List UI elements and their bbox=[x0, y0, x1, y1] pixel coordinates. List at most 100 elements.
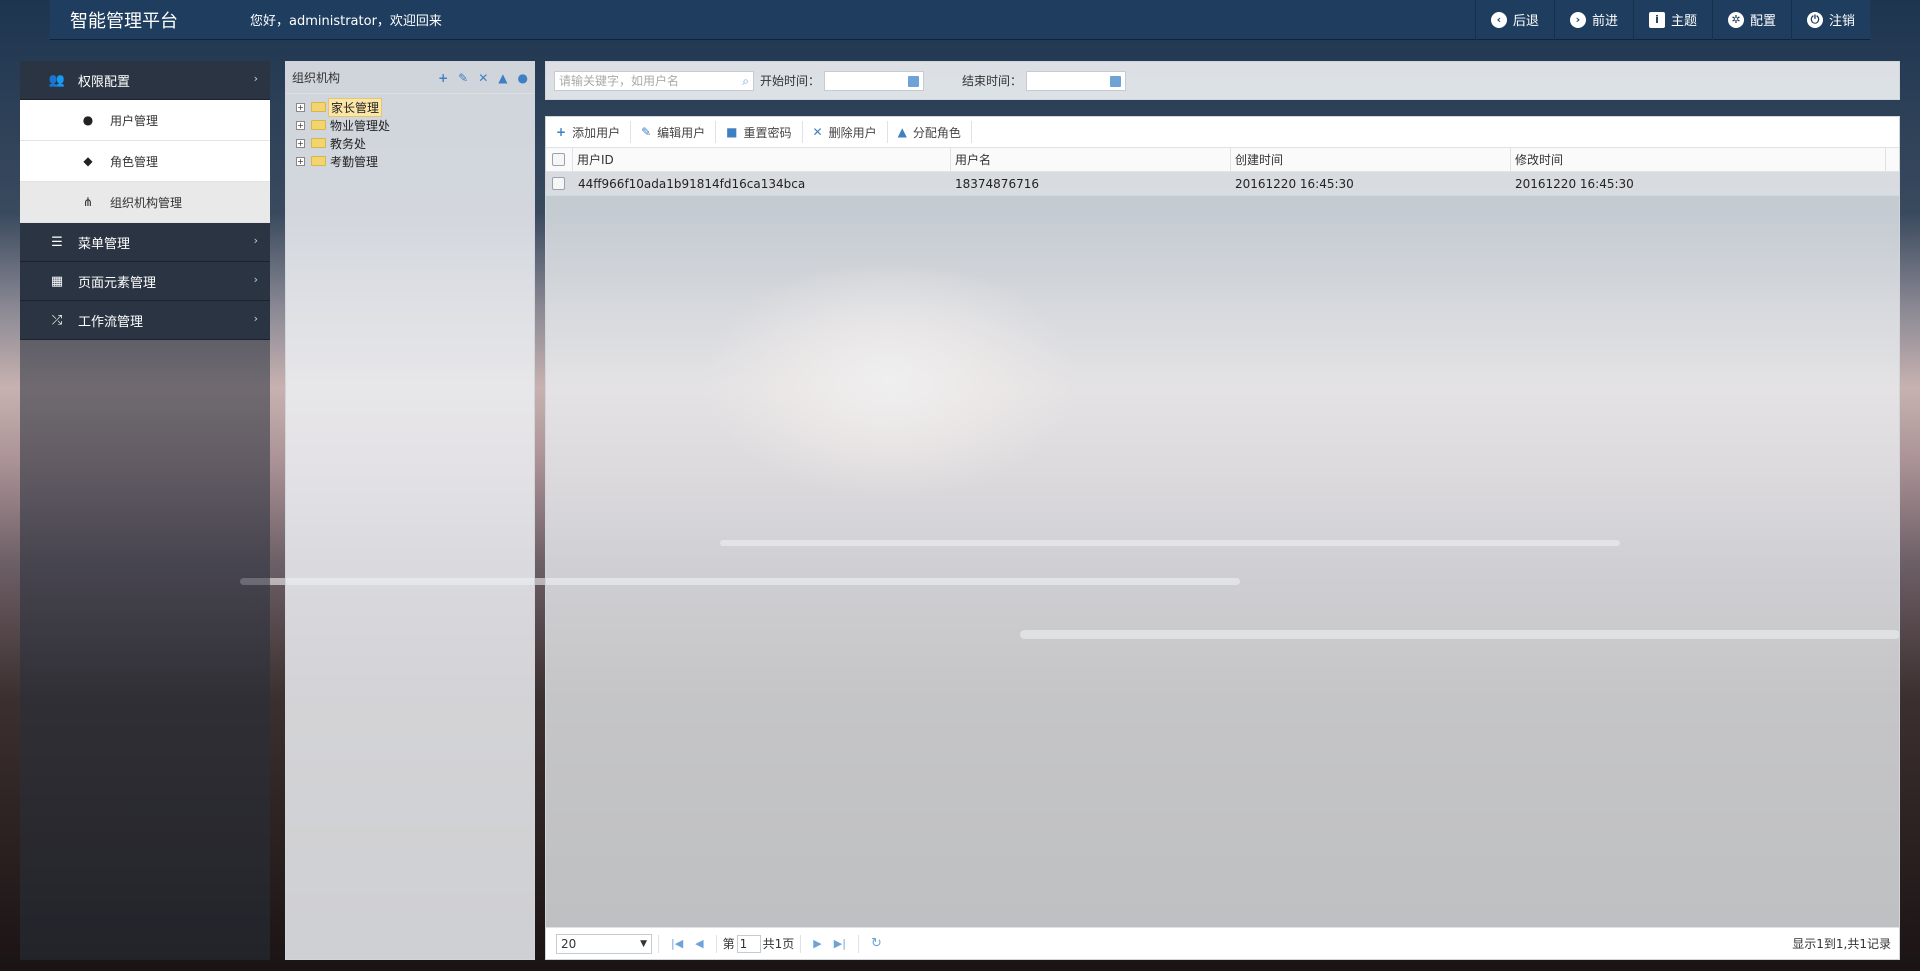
config-button[interactable]: ✲ 配置 bbox=[1711, 0, 1791, 40]
cell-username: 18374876716 bbox=[955, 176, 1039, 191]
delete-user-label: 删除用户 bbox=[828, 125, 877, 140]
reset-password-button[interactable]: ■ 重置密码 bbox=[716, 121, 803, 143]
search-bar: 请输关键字，如用户名 ⌕ 开始时间： 结束时间： bbox=[545, 61, 1900, 100]
sidebar-group-label: 工作流管理 bbox=[78, 314, 144, 330]
user-icon[interactable]: ● bbox=[518, 71, 528, 85]
pager-divider bbox=[658, 934, 659, 953]
calendar-icon[interactable] bbox=[1110, 75, 1122, 87]
pager-info: 显示1到1,共1记录 bbox=[1792, 937, 1891, 951]
tree-title: 组织机构 bbox=[292, 71, 341, 85]
sidebar-item-label: 用户管理 bbox=[110, 113, 159, 128]
keyword-input[interactable]: 请输关键字，如用户名 ⌕ bbox=[554, 70, 754, 91]
user-grid: + 添加用户 ✎ 编辑用户 ■ 重置密码 ✕ 删除用户 ▲ 分配角色 用户ID … bbox=[545, 116, 1900, 960]
sidebar-item-label: 角色管理 bbox=[110, 154, 159, 169]
end-time-input[interactable] bbox=[1026, 70, 1127, 91]
logout-button[interactable]: ⏻ 注销 bbox=[1790, 0, 1870, 40]
plus-icon: + bbox=[556, 125, 567, 139]
sidebar: 👥 权限配置 › ● 用户管理 ◆ 角色管理 ⋔ 组织机构管理 ☰ 菜单管理 ›… bbox=[20, 61, 270, 960]
sidebar-item-role-management[interactable]: ◆ 角色管理 bbox=[20, 141, 270, 182]
tree-header: 组织机构 + ✎ ✕ ▲ ● bbox=[286, 62, 534, 94]
graduation-cap-icon: ◆ bbox=[83, 154, 93, 168]
table-row[interactable]: 44ff966f10ada1b91814fd16ca134bca 1837487… bbox=[546, 172, 1899, 196]
sidebar-item-user-management[interactable]: ● 用户管理 bbox=[20, 100, 270, 141]
forward-button[interactable]: › 前进 bbox=[1553, 0, 1633, 40]
add-icon[interactable]: + bbox=[438, 71, 448, 85]
tree-node[interactable]: + 家长管理 bbox=[286, 97, 534, 117]
tree-body: + 家长管理 + 物业管理处 + 教务处 + 考勤管理 bbox=[286, 94, 534, 170]
back-button[interactable]: ‹ 后退 bbox=[1474, 0, 1554, 40]
expand-icon[interactable]: + bbox=[296, 138, 305, 148]
chevron-right-icon: › bbox=[253, 273, 258, 286]
pager-divider bbox=[715, 934, 717, 953]
add-user-button[interactable]: + 添加用户 bbox=[546, 121, 632, 143]
theme-label: 主题 bbox=[1670, 14, 1697, 29]
assign-role-label: 分配角色 bbox=[912, 125, 961, 140]
tree-node-label: 考勤管理 bbox=[330, 154, 379, 169]
page-number-input[interactable]: 1 bbox=[736, 934, 761, 953]
folder-icon bbox=[311, 120, 326, 130]
logout-label: 注销 bbox=[1828, 14, 1855, 29]
user-icon: ● bbox=[82, 113, 94, 127]
sidebar-group-page-elements[interactable]: ▦ 页面元素管理 › bbox=[20, 262, 270, 301]
start-time-input[interactable] bbox=[824, 70, 925, 91]
pagination-bar: 20 ▼ |◀ ◀ 第 1 共1页 ▶ ▶| ↻ 显示1到1,共1记录 bbox=[546, 927, 1899, 959]
tree-node[interactable]: + 考勤管理 bbox=[286, 152, 534, 170]
sidebar-item-org-management[interactable]: ⋔ 组织机构管理 bbox=[20, 182, 270, 223]
pencil-icon: ✎ bbox=[641, 125, 652, 139]
row-checkbox[interactable] bbox=[552, 177, 565, 190]
chevron-right-icon: › bbox=[253, 312, 258, 325]
sidebar-group-workflow[interactable]: ⤮ 工作流管理 › bbox=[20, 301, 270, 340]
sitemap-icon: ⋔ bbox=[82, 195, 94, 209]
expand-icon[interactable]: + bbox=[296, 102, 305, 112]
users-icon: 👥 bbox=[48, 72, 66, 88]
start-time-label: 开始时间： bbox=[760, 74, 821, 88]
tree-node[interactable]: + 教务处 bbox=[286, 134, 534, 152]
graduation-cap-icon[interactable]: ▲ bbox=[498, 71, 507, 85]
first-page-icon[interactable]: |◀ bbox=[671, 937, 683, 950]
expand-icon[interactable]: + bbox=[296, 156, 305, 166]
sidebar-group-label: 页面元素管理 bbox=[78, 275, 157, 291]
grid-toolbar: + 添加用户 ✎ 编辑用户 ■ 重置密码 ✕ 删除用户 ▲ 分配角色 bbox=[546, 117, 1899, 148]
page-prefix: 第 bbox=[722, 937, 735, 951]
cell-modified: 20161220 16:45:30 bbox=[1515, 176, 1634, 191]
lock-icon: ■ bbox=[726, 125, 738, 139]
org-tree-panel: 组织机构 + ✎ ✕ ▲ ● + 家长管理 + 物业管理处 + 教务处 + 考勤… bbox=[285, 61, 535, 960]
calendar-icon[interactable] bbox=[908, 75, 920, 87]
column-header-created[interactable]: 创建时间 bbox=[1231, 148, 1511, 171]
reset-password-label: 重置密码 bbox=[743, 125, 792, 140]
next-page-icon[interactable]: ▶ bbox=[813, 937, 821, 950]
theme-icon: i bbox=[1648, 11, 1665, 28]
expand-icon[interactable]: + bbox=[296, 120, 305, 130]
power-icon: ⏻ bbox=[1806, 11, 1823, 28]
theme-button[interactable]: i 主题 bbox=[1632, 0, 1712, 40]
sidebar-group-menu[interactable]: ☰ 菜单管理 › bbox=[20, 223, 270, 262]
forward-label: 前进 bbox=[1591, 14, 1618, 29]
last-page-icon[interactable]: ▶| bbox=[834, 937, 846, 950]
top-header: 智能管理平台 您好，administrator，欢迎回来 ‹ 后退 › 前进 i… bbox=[50, 0, 1870, 40]
list-icon: ☰ bbox=[51, 234, 63, 250]
cell-created: 20161220 16:45:30 bbox=[1235, 176, 1354, 191]
sidebar-group-permission[interactable]: 👥 权限配置 › bbox=[20, 61, 270, 100]
refresh-icon[interactable]: ↻ bbox=[871, 936, 882, 951]
edit-user-button[interactable]: ✎ 编辑用户 bbox=[631, 121, 717, 143]
assign-role-button[interactable]: ▲ 分配角色 bbox=[888, 121, 972, 143]
back-label: 后退 bbox=[1512, 14, 1539, 29]
forward-icon: › bbox=[1569, 11, 1586, 28]
page-size-select[interactable]: 20 ▼ bbox=[556, 933, 652, 954]
pencil-icon[interactable]: ✎ bbox=[458, 71, 468, 85]
prev-page-icon[interactable]: ◀ bbox=[695, 937, 703, 950]
delete-user-button[interactable]: ✕ 删除用户 bbox=[803, 121, 888, 143]
row-select-cell bbox=[546, 172, 573, 195]
pager-divider bbox=[857, 934, 859, 953]
folder-icon bbox=[311, 102, 326, 112]
column-header-user-id[interactable]: 用户ID bbox=[573, 148, 951, 171]
page-total: 共1页 bbox=[762, 937, 795, 951]
tree-node[interactable]: + 物业管理处 bbox=[286, 116, 534, 134]
close-icon[interactable]: ✕ bbox=[478, 71, 488, 85]
column-header-username[interactable]: 用户名 bbox=[951, 148, 1231, 171]
chevron-right-icon: › bbox=[253, 72, 258, 85]
column-header-modified[interactable]: 修改时间 bbox=[1511, 148, 1886, 171]
keyword-placeholder: 请输关键字，如用户名 bbox=[559, 74, 680, 88]
select-all-checkbox[interactable] bbox=[552, 153, 565, 166]
edit-user-label: 编辑用户 bbox=[657, 125, 706, 140]
